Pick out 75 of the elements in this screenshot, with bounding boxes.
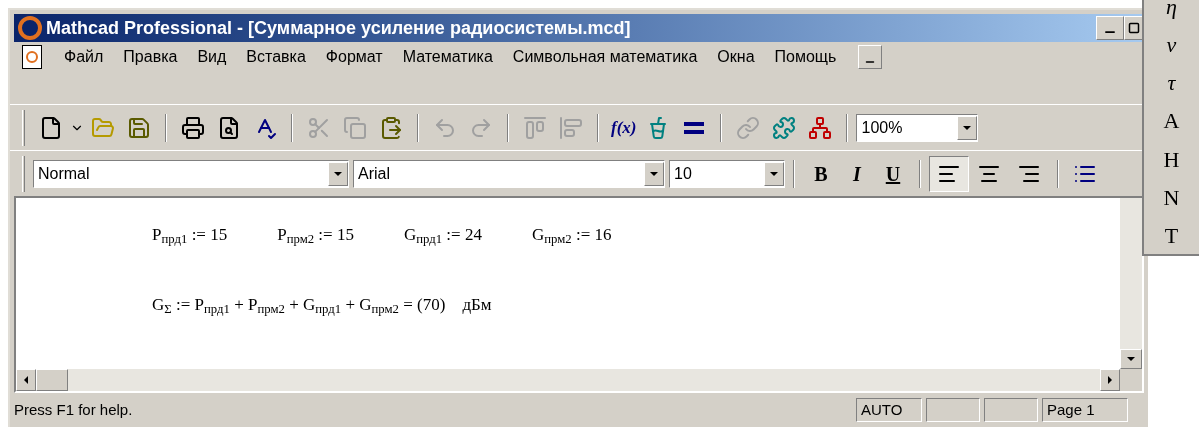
dropdown-arrow-icon: [334, 171, 342, 176]
dropdown-button[interactable]: [764, 161, 784, 186]
align-left-button[interactable]: [929, 155, 969, 192]
link-icon: [736, 115, 761, 140]
dropdown-arrow-icon: [963, 125, 972, 130]
printer-icon: [181, 115, 205, 140]
scroll-down-button[interactable]: [1120, 349, 1142, 369]
cut-icon: [307, 115, 331, 140]
math-expression[interactable]: P$_{прм2}$ := 15: [277, 222, 354, 248]
font-dropdown[interactable]: Arial: [353, 159, 665, 188]
new-document-icon: [39, 115, 63, 140]
horizontal-scrollbar[interactable]: [16, 369, 1142, 391]
status-panel: [984, 398, 1038, 422]
menu-item[interactable]: Правка: [113, 45, 188, 69]
math-expression[interactable]: G$_{прд1}$ := 24: [403, 222, 482, 248]
network-icon: [808, 115, 833, 140]
math-expression[interactable]: G$_{прм2}$ := 16: [531, 222, 612, 248]
align-down-icon: [559, 115, 583, 140]
down-arrow-icon: [1127, 357, 1135, 361]
right-arrow-icon: [1108, 376, 1112, 384]
symbol-button[interactable]: Α: [1163, 102, 1180, 140]
symbol-button[interactable]: Τ: [1164, 216, 1179, 254]
menu-item[interactable]: Окна: [707, 45, 765, 69]
window-title: Mathcad Professional - [Суммарное усиление радиосистемы.mcd]: [46, 16, 631, 40]
symbol-button[interactable]: Ν: [1163, 178, 1180, 216]
italic-button[interactable]: I: [839, 157, 875, 190]
menu-item[interactable]: Вставка: [236, 45, 316, 69]
status-panel: [926, 398, 980, 422]
copy-icon: [343, 115, 367, 140]
equals-icon: [684, 121, 705, 134]
menu-item[interactable]: Математика: [392, 45, 503, 69]
font-size-dropdown[interactable]: 10: [669, 159, 785, 188]
vertical-scrollbar[interactable]: [1120, 198, 1142, 369]
symbol-button[interactable]: τ: [1167, 64, 1176, 102]
status-page: Page 1: [1042, 398, 1128, 422]
minimize-button[interactable]: [1096, 16, 1124, 40]
style-dropdown[interactable]: Normal: [33, 159, 349, 188]
save-icon: [127, 115, 151, 140]
dropdown-arrow-icon: [770, 171, 778, 176]
zoom-dropdown[interactable]: 100%: [856, 113, 979, 142]
app-logo-icon: [18, 16, 42, 40]
dropdown-button[interactable]: [328, 161, 348, 186]
dropdown-button[interactable]: [644, 161, 664, 186]
puzzle-icon: [772, 115, 797, 140]
menu-item[interactable]: Вид: [187, 45, 237, 69]
maximize-icon: [1128, 22, 1140, 34]
left-arrow-icon: [24, 376, 28, 384]
menu-item[interactable]: Файл: [54, 45, 114, 69]
folder-icon: [91, 115, 115, 140]
scrollbar-corner: [1120, 369, 1142, 391]
math-expression[interactable]: P$_{прд1}$ := 15: [152, 222, 228, 248]
dropdown-arrow-icon: [650, 171, 658, 176]
bold-button[interactable]: B: [803, 157, 839, 190]
menu-item[interactable]: Символьная математика: [502, 45, 708, 69]
scroll-right-button[interactable]: [1100, 369, 1120, 391]
document-minimize-button[interactable]: [858, 45, 883, 69]
math-expression[interactable]: G$_{Σ}$ := P$_{прд1}$ + P$_{прм2}$ + G$_{прд1}$ + G$_{прм2}$ = (70) дБм: [152, 291, 492, 317]
document-icon[interactable]: [22, 45, 42, 69]
symbol-button[interactable]: Η: [1163, 140, 1180, 178]
symbol-button[interactable]: ν: [1166, 26, 1177, 64]
function-button[interactable]: f(x): [607, 111, 641, 144]
scroll-thumb[interactable]: [36, 369, 68, 391]
maximize-button[interactable]: [1124, 16, 1144, 40]
symbol-button[interactable]: η: [1166, 0, 1177, 26]
status-mode: AUTO: [856, 398, 922, 422]
worksheet[interactable]: P$_{прд1}$ := 15 P$_{прм2}$ := 15 G$_{прд1}$ := 24 G$_{прм2}$ := 16 G$_{Σ}$ := P$_{прд1}$ + P$_{прм2}$ + G$_{прд1}$ + G$_{прм2}$ = (70) дБм: [16, 198, 1120, 369]
underline-button[interactable]: U: [875, 157, 911, 190]
status-text: Press F1 for help.: [14, 399, 134, 420]
menu-item[interactable]: Помощь: [764, 45, 847, 69]
dropdown-button[interactable]: [957, 115, 978, 140]
print-preview-icon: [217, 115, 241, 140]
align-across-icon: [523, 115, 547, 140]
scroll-left-button[interactable]: [16, 369, 36, 391]
paste-icon: [379, 115, 403, 140]
menu-item[interactable]: Формат: [315, 45, 393, 69]
